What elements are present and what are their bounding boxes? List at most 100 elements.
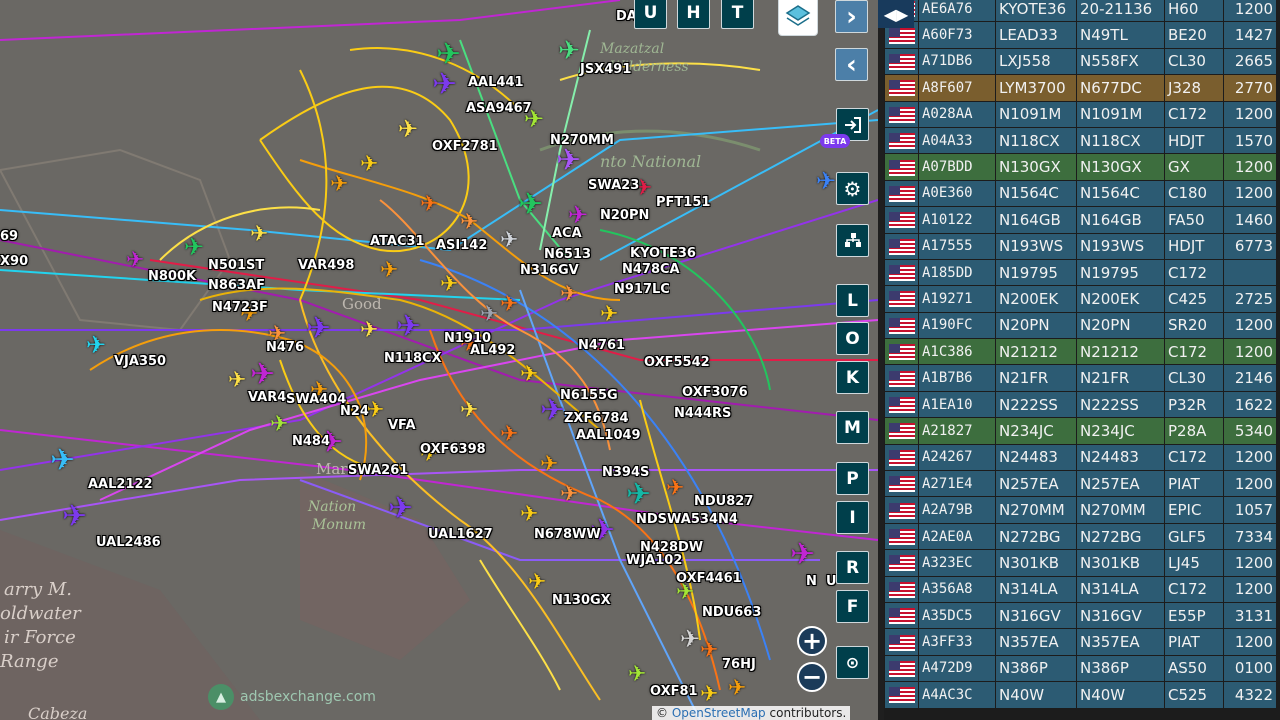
filter-button[interactable] — [836, 224, 869, 257]
aircraft-label[interactable]: X90 — [0, 254, 28, 269]
aircraft-label[interactable]: SWA261 — [348, 463, 408, 478]
aircraft-icon[interactable]: ✈ — [50, 446, 75, 476]
aircraft-label[interactable]: N118CX — [384, 351, 442, 366]
aircraft-label[interactable]: N6513 — [544, 247, 591, 262]
aircraft-row[interactable]: A4AC3C N40W N40W C525 4322 — [885, 682, 1276, 708]
aircraft-label[interactable]: VAR4 — [248, 390, 286, 405]
aircraft-icon[interactable]: ✈ — [520, 360, 538, 390]
aircraft-icon[interactable]: ✈ — [528, 568, 546, 598]
aircraft-label[interactable]: UAL1627 — [428, 527, 493, 542]
aircraft-icon[interactable]: ✈ — [520, 500, 538, 530]
aircraft-row[interactable]: A17555 N193WS N193WS HDJT 6773 — [885, 233, 1276, 259]
next-button[interactable]: › — [835, 0, 868, 33]
aircraft-row[interactable]: A028AA N1091M N1091M C172 1200 — [885, 101, 1276, 127]
aircraft-label[interactable]: NDSWA534N4 — [636, 512, 738, 527]
aircraft-label[interactable]: ASA9467 — [466, 101, 532, 116]
aircraft-row[interactable]: A1B7B6 N21FR N21FR CL30 2146 — [885, 365, 1276, 391]
aircraft-icon[interactable]: ✈ — [184, 232, 204, 262]
aircraft-label[interactable]: PFT151 — [656, 195, 710, 210]
aircraft-icon[interactable]: ✈ — [816, 166, 836, 196]
aircraft-icon[interactable]: ✈ — [460, 208, 478, 238]
aircraft-label[interactable]: N6155G — [560, 388, 618, 403]
aircraft-icon[interactable]: ✈ — [436, 40, 461, 70]
aircraft-icon[interactable]: ✈ — [360, 150, 378, 180]
aircraft-label[interactable]: AAL441 — [468, 75, 524, 90]
zoom-in-button[interactable]: + — [797, 626, 827, 656]
aircraft-icon[interactable]: ✈ — [560, 280, 578, 310]
aircraft-label[interactable]: OXF5542 — [644, 355, 710, 370]
aircraft-row[interactable]: A19271 N200EK N200EK C425 2725 — [885, 286, 1276, 312]
aircraft-row[interactable]: A356A8 N314LA N314LA C172 1200 — [885, 576, 1276, 602]
aircraft-icon[interactable]: ✈ — [398, 114, 418, 144]
aircraft-label[interactable]: AAL2122 — [88, 477, 153, 492]
aircraft-icon[interactable]: ✈ — [480, 300, 498, 330]
aircraft-icon[interactable]: ✈ — [628, 660, 646, 690]
aircraft-icon[interactable]: ✈ — [600, 300, 618, 330]
aircraft-label[interactable]: N24 — [340, 404, 369, 419]
aircraft-label[interactable]: OXF2781 — [432, 139, 498, 154]
toggle-m-button[interactable]: M — [836, 411, 869, 444]
aircraft-label[interactable]: N444RS — [674, 406, 731, 421]
toggle-t-button[interactable]: T — [721, 0, 754, 29]
aircraft-label[interactable]: 76HJ — [722, 657, 756, 672]
aircraft-label[interactable]: N316GV — [520, 263, 579, 278]
toggle-k-button[interactable]: K — [836, 361, 869, 394]
aircraft-label[interactable]: ASI142 — [436, 238, 487, 253]
aircraft-label[interactable]: JSX491 — [580, 62, 631, 77]
aircraft-row[interactable]: A24267 N24483 N24483 C172 1200 — [885, 444, 1276, 471]
aircraft-label[interactable]: N678WW — [534, 527, 601, 542]
aircraft-icon[interactable]: ✈ — [558, 36, 580, 66]
aircraft-row[interactable]: A2A79B N270MM N270MM EPIC 1057 — [885, 497, 1276, 523]
aircraft-label[interactable]: NDU663 — [702, 605, 761, 620]
toggle-u-button[interactable]: U — [634, 0, 667, 29]
aircraft-label[interactable]: N4723F — [212, 300, 268, 315]
aircraft-row[interactable]: AE6A76 KYOTE36 20-21136 H60 1200 — [885, 0, 1276, 22]
aircraft-icon[interactable]: ✈ — [680, 624, 700, 654]
aircraft-icon[interactable]: ✈ — [250, 360, 275, 390]
aircraft-icon[interactable]: ✈ — [380, 256, 398, 286]
aircraft-icon[interactable]: ✈ — [396, 312, 421, 342]
aircraft-label[interactable]: N1910 — [444, 331, 491, 346]
aircraft-icon[interactable]: ✈ — [460, 396, 478, 426]
aircraft-icon[interactable]: ✈ — [666, 474, 684, 504]
aircraft-row[interactable]: A1EA10 N222SS N222SS P32R 1622 — [885, 391, 1276, 418]
layers-button[interactable] — [778, 0, 818, 36]
aircraft-icon[interactable]: ✈ — [62, 502, 87, 532]
toggle-o-button[interactable]: O — [836, 322, 869, 355]
toggle-i-button[interactable]: I — [836, 501, 869, 534]
aircraft-icon[interactable]: ✈ — [126, 246, 144, 276]
aircraft-label[interactable]: N800K — [148, 269, 196, 284]
aircraft-row[interactable]: A35DC5 N316GV N316GV E55P 3131 — [885, 602, 1276, 629]
aircraft-label[interactable]: N863AF — [208, 278, 265, 293]
aircraft-row[interactable]: A3FF33 N357EA N357EA PIAT 1200 — [885, 629, 1276, 655]
aircraft-icon[interactable]: ✈ — [500, 420, 518, 450]
aircraft-row[interactable]: A472D9 N386P N386P AS50 0100 — [885, 655, 1276, 682]
aircraft-icon[interactable]: ✈ — [500, 226, 518, 256]
aircraft-icon[interactable]: ✈ — [500, 290, 518, 320]
aircraft-icon[interactable]: ✈ — [250, 220, 268, 250]
aircraft-icon[interactable]: ✈ — [86, 330, 106, 360]
aircraft-label[interactable]: ACA — [552, 226, 582, 241]
aircraft-icon[interactable]: ✈ — [560, 480, 578, 510]
aircraft-icon[interactable]: ✈ — [540, 450, 558, 480]
settings-button[interactable]: ⚙ — [836, 172, 869, 205]
aircraft-label[interactable]: SWA404 — [286, 392, 346, 407]
aircraft-label[interactable]: N476 — [266, 340, 304, 355]
zoom-out-button[interactable]: − — [797, 662, 827, 692]
aircraft-label[interactable]: ATAC31 — [370, 234, 425, 249]
aircraft-icon[interactable]: ✈ — [728, 674, 746, 704]
openstreetmap-link[interactable]: OpenStreetMap — [672, 706, 766, 720]
aircraft-label[interactable]: 69 — [0, 229, 18, 244]
aircraft-icon[interactable]: ✈ — [518, 190, 543, 220]
aircraft-label[interactable]: N394S — [602, 465, 649, 480]
aircraft-label[interactable]: OXF4461 — [676, 571, 742, 586]
aircraft-icon[interactable]: ✈ — [388, 494, 413, 524]
aircraft-label[interactable]: N484 — [292, 434, 330, 449]
aircraft-row[interactable]: A1C386 N21212 N21212 C172 1200 — [885, 339, 1276, 365]
aircraft-icon[interactable]: ✈ — [626, 480, 651, 510]
aircraft-label[interactable]: N4761 — [578, 338, 625, 353]
aircraft-label[interactable]: N270MM — [550, 133, 614, 148]
aircraft-label[interactable]: N917LC — [614, 282, 670, 297]
aircraft-icon[interactable]: ✈ — [790, 540, 815, 570]
aircraft-row[interactable]: A10122 N164GB N164GB FA50 1460 — [885, 207, 1276, 233]
